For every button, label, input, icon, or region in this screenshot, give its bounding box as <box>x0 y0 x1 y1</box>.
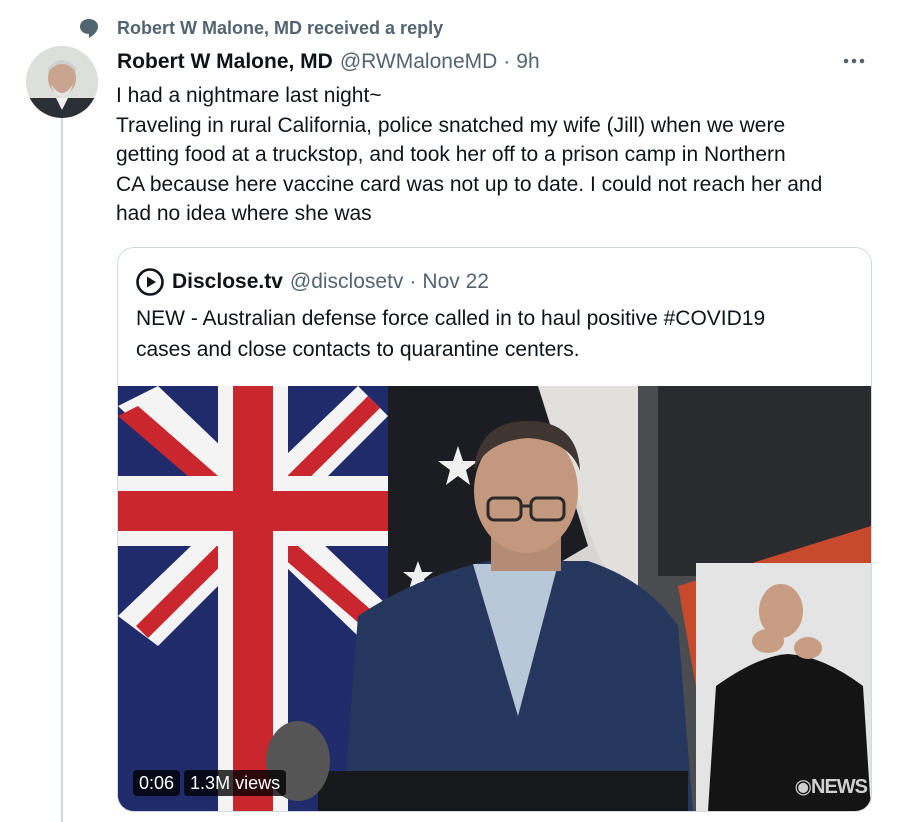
notification-text: Robert W Malone, MD received a reply <box>117 17 444 38</box>
video-frame <box>118 386 871 811</box>
tweet-text-line: getting food at a truckstop, and took he… <box>116 143 786 166</box>
tweet-text-line: CA because here vaccine card was not up … <box>116 172 823 196</box>
tweet-text-line: Traveling in rural California, police sn… <box>116 113 786 137</box>
quote-author-handle[interactable]: @disclosetv <box>290 270 404 294</box>
quote-header-separator: · <box>409 270 417 293</box>
video-player[interactable]: 0:06 1.3M views ◉NEWS <box>118 386 871 811</box>
video-badges: 0:06 1.3M views <box>133 770 287 796</box>
watermark-text: NEWS <box>811 776 868 798</box>
quote-text-line: NEW - Australian defense force called in… <box>136 307 766 330</box>
play-circle-logo-icon <box>136 268 164 296</box>
quote-text-line: cases and close contacts to quarantine c… <box>136 337 580 361</box>
avatar[interactable] <box>26 46 98 118</box>
tweet-header: Robert W Malone, MD @RWMaloneMD · 9h <box>117 47 870 77</box>
header-separator: · <box>503 50 511 73</box>
ellipsis-icon <box>843 58 865 64</box>
author-name[interactable]: Robert W Malone, MD <box>117 50 333 74</box>
author-handle[interactable]: @RWMaloneMD <box>340 50 497 74</box>
thread-connector-line <box>61 118 63 822</box>
tweet-text: I had a nightmare last night~ Traveling … <box>116 81 886 229</box>
speech-bubble-icon <box>78 17 100 39</box>
quote-author-name[interactable]: Disclose.tv <box>172 270 283 294</box>
more-options-button[interactable] <box>840 47 868 75</box>
broadcaster-watermark: ◉NEWS <box>794 774 868 799</box>
quote-header: Disclose.tv @disclosetv · Nov 22 <box>136 268 489 296</box>
tweet-text-line: had no idea where she was <box>116 202 372 225</box>
quoted-tweet-card[interactable]: Disclose.tv @disclosetv · Nov 22 NEW - A… <box>117 247 872 812</box>
video-views-badge: 1.3M views <box>184 770 287 796</box>
quote-text: NEW - Australian defense force called in… <box>136 304 851 365</box>
tweet-text-line: I had a nightmare last night~ <box>116 84 382 107</box>
tweet-timestamp[interactable]: 9h <box>516 50 539 74</box>
notification-row[interactable]: Robert W Malone, MD received a reply <box>78 16 443 40</box>
video-duration-badge: 0:06 <box>133 770 181 796</box>
abc-logo-icon: ◉ <box>794 776 812 798</box>
quote-timestamp[interactable]: Nov 22 <box>422 270 489 294</box>
